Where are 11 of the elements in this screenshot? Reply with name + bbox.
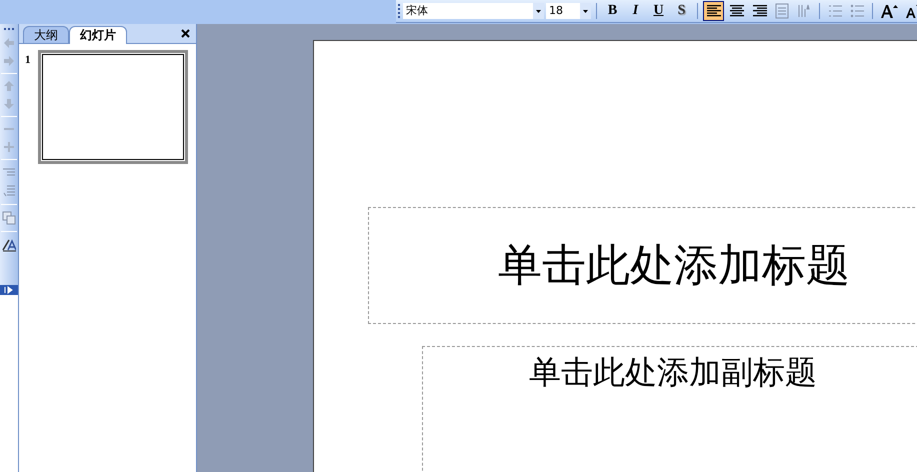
slide-number: 1 <box>25 53 30 68</box>
format-button[interactable]: I <box>625 1 646 21</box>
font-size-field[interactable]: 18 <box>546 3 591 19</box>
subtitle-placeholder[interactable]: 单击此处添加副标题 <box>422 346 917 472</box>
font-field[interactable]: 宋体 <box>403 3 544 19</box>
pane-tab[interactable]: 大纲 <box>23 26 69 43</box>
format-button[interactable]: S <box>671 1 692 21</box>
format-button[interactable]: U <box>648 1 669 21</box>
title-placeholder[interactable]: 单击此处添加标题 <box>368 207 917 324</box>
pane-tab[interactable]: 幻灯片 <box>69 26 127 44</box>
format-button[interactable]: B <box>602 1 623 21</box>
